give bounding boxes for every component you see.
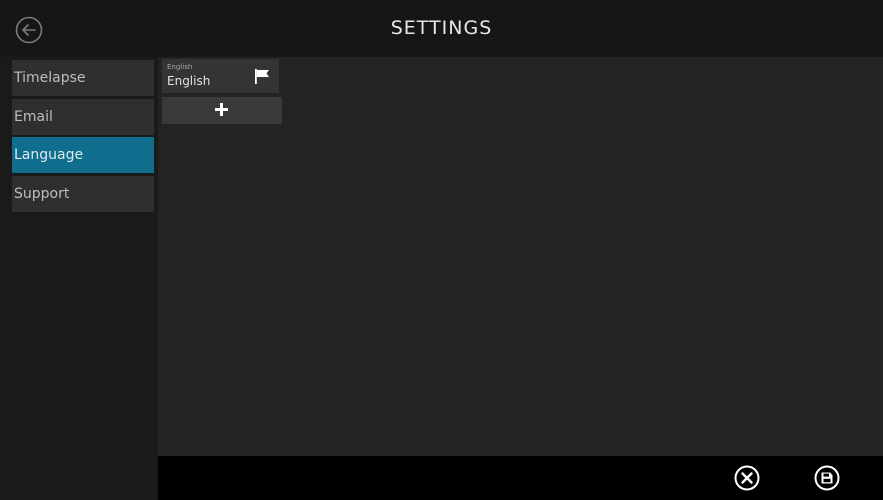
page-title: SETTINGS xyxy=(390,17,493,39)
language-native-name: English xyxy=(167,63,193,71)
sidebar-item-label: Timelapse xyxy=(14,70,86,86)
plus-icon xyxy=(215,103,228,116)
sidebar-item-support[interactable]: Support xyxy=(12,176,154,212)
footer-bar xyxy=(158,456,883,500)
save-disk-icon xyxy=(814,465,840,491)
language-card-english[interactable]: English English xyxy=(162,59,279,93)
sidebar-item-label: Email xyxy=(14,109,53,125)
sidebar-item-label: Language xyxy=(14,147,84,163)
language-panel: English English xyxy=(158,57,883,456)
sidebar-item-label: Support xyxy=(14,186,70,202)
header-bar: SETTINGS xyxy=(0,0,883,57)
sidebar: Timelapse Email Language Support xyxy=(0,57,158,500)
add-language-button[interactable] xyxy=(162,97,282,124)
settings-screen: SETTINGS Timelapse Email Language Suppor… xyxy=(0,0,883,500)
close-circle-icon xyxy=(734,465,760,491)
sidebar-item-timelapse[interactable]: Timelapse xyxy=(12,60,154,96)
cancel-button[interactable] xyxy=(734,465,760,495)
flag-icon xyxy=(255,69,269,84)
language-name: English xyxy=(167,74,211,88)
sidebar-item-language[interactable]: Language xyxy=(12,137,154,173)
save-button[interactable] xyxy=(814,465,840,495)
sidebar-item-email[interactable]: Email xyxy=(12,99,154,135)
